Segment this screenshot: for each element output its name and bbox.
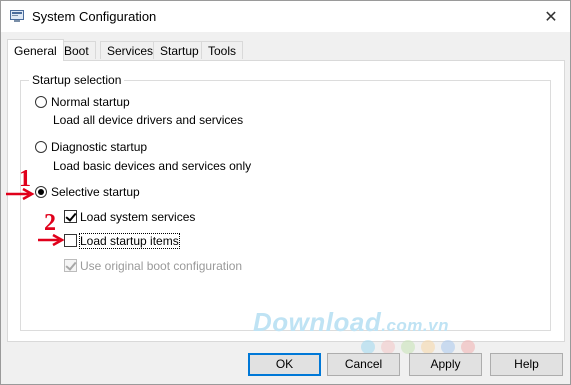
msconfig-icon <box>10 10 24 22</box>
use-original-boot-config-label: Use original boot configuration <box>80 259 243 273</box>
right-arrow-icon <box>38 233 65 247</box>
diagnostic-startup-label[interactable]: Diagnostic startup <box>51 140 147 154</box>
watermark-dot <box>401 340 415 354</box>
load-system-services-label[interactable]: Load system services <box>80 210 195 224</box>
diagnostic-startup-radio[interactable] <box>35 141 47 153</box>
system-configuration-window: System Configuration ✕ General Boot Serv… <box>0 0 571 385</box>
diagnostic-startup-description: Load basic devices and services only <box>53 159 252 173</box>
watermark-dot <box>461 340 475 354</box>
watermark-dot <box>421 340 435 354</box>
watermark-main: Download <box>253 307 382 337</box>
window-title: System Configuration <box>32 9 157 24</box>
selective-startup-label[interactable]: Selective startup <box>51 185 140 199</box>
load-system-services-checkbox[interactable] <box>64 210 77 223</box>
watermark-dot <box>441 340 455 354</box>
watermark-dot <box>361 340 375 354</box>
load-startup-items-label[interactable]: Load startup items <box>79 233 180 249</box>
normal-startup-description: Load all device drivers and services <box>53 113 244 127</box>
watermark-suffix: .com.vn <box>381 316 449 335</box>
ok-button[interactable]: OK <box>248 353 321 376</box>
title-bar: System Configuration ✕ <box>1 1 570 32</box>
tab-services[interactable]: Services <box>100 41 161 59</box>
normal-startup-label[interactable]: Normal startup <box>51 95 130 109</box>
right-arrow-icon <box>6 187 35 201</box>
normal-startup-radio[interactable] <box>35 96 47 108</box>
cancel-button[interactable]: Cancel <box>327 353 400 376</box>
tab-startup[interactable]: Startup <box>153 41 206 59</box>
tab-general[interactable]: General <box>7 39 64 61</box>
watermark-dot <box>381 340 395 354</box>
startup-selection-label: Startup selection <box>29 73 125 87</box>
tab-tools[interactable]: Tools <box>201 41 244 59</box>
close-icon[interactable]: ✕ <box>532 1 570 32</box>
load-startup-items-checkbox[interactable] <box>64 234 77 247</box>
use-original-boot-config-checkbox <box>64 259 77 272</box>
download-watermark: Download.com.vn <box>253 307 449 338</box>
help-button[interactable]: Help <box>490 353 563 376</box>
apply-button[interactable]: Apply <box>409 353 482 376</box>
selective-startup-radio[interactable] <box>35 186 47 198</box>
